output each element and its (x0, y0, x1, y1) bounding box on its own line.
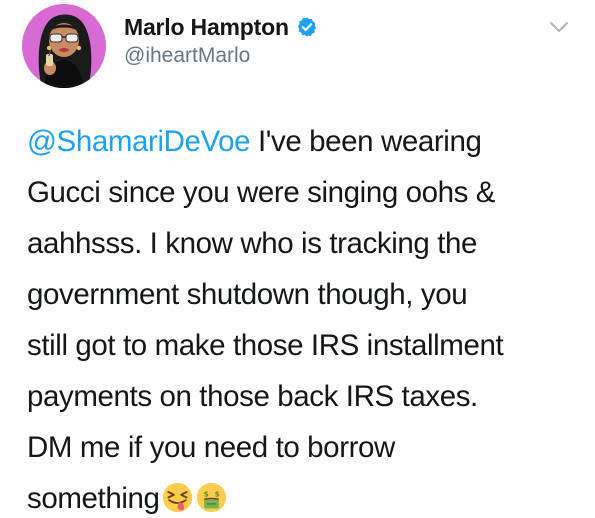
tweet-line-7: DM me if you need to borrow (27, 431, 395, 464)
tweet-line-4: government shutdown though, you (27, 278, 468, 311)
tweet-card: Marlo Hampton @iheartMarlo @ShamariDeVoe… (0, 0, 595, 518)
zany-tongue-face-emoji (161, 479, 194, 513)
tweet-header: Marlo Hampton @iheartMarlo (124, 12, 318, 68)
tweet-text-segment: I've been wearing (250, 125, 482, 158)
tweet-line-1: @ShamariDeVoe I've been wearing (27, 116, 582, 167)
money-mouth-face-emoji: $ $ (195, 479, 228, 513)
author-handle[interactable]: @iheartMarlo (124, 44, 318, 68)
mention-link[interactable]: @ShamariDeVoe (27, 125, 251, 158)
tweet-body: @ShamariDeVoe I've been wearing Gucci si… (27, 116, 582, 518)
tweet-text-segment: something (27, 482, 160, 515)
svg-text:$: $ (203, 490, 208, 499)
svg-text:$: $ (214, 490, 219, 499)
chevron-down-icon[interactable] (549, 20, 569, 34)
name-row: Marlo Hampton (124, 12, 318, 42)
author-avatar[interactable] (22, 4, 106, 88)
tweet-line-5: still got to make those IRS installment (27, 329, 504, 362)
tweet-line-3: aahhsss. I know who is tracking the (27, 227, 478, 260)
tweet-line-8: something $ $ (27, 473, 582, 518)
tweet-line-2: Gucci since you were singing oohs & (27, 176, 496, 209)
tweet-line-6: payments on those back IRS taxes. (27, 380, 478, 413)
avatar-illustration (22, 4, 106, 88)
verified-badge-icon (296, 16, 318, 38)
author-display-name[interactable]: Marlo Hampton (124, 14, 289, 41)
